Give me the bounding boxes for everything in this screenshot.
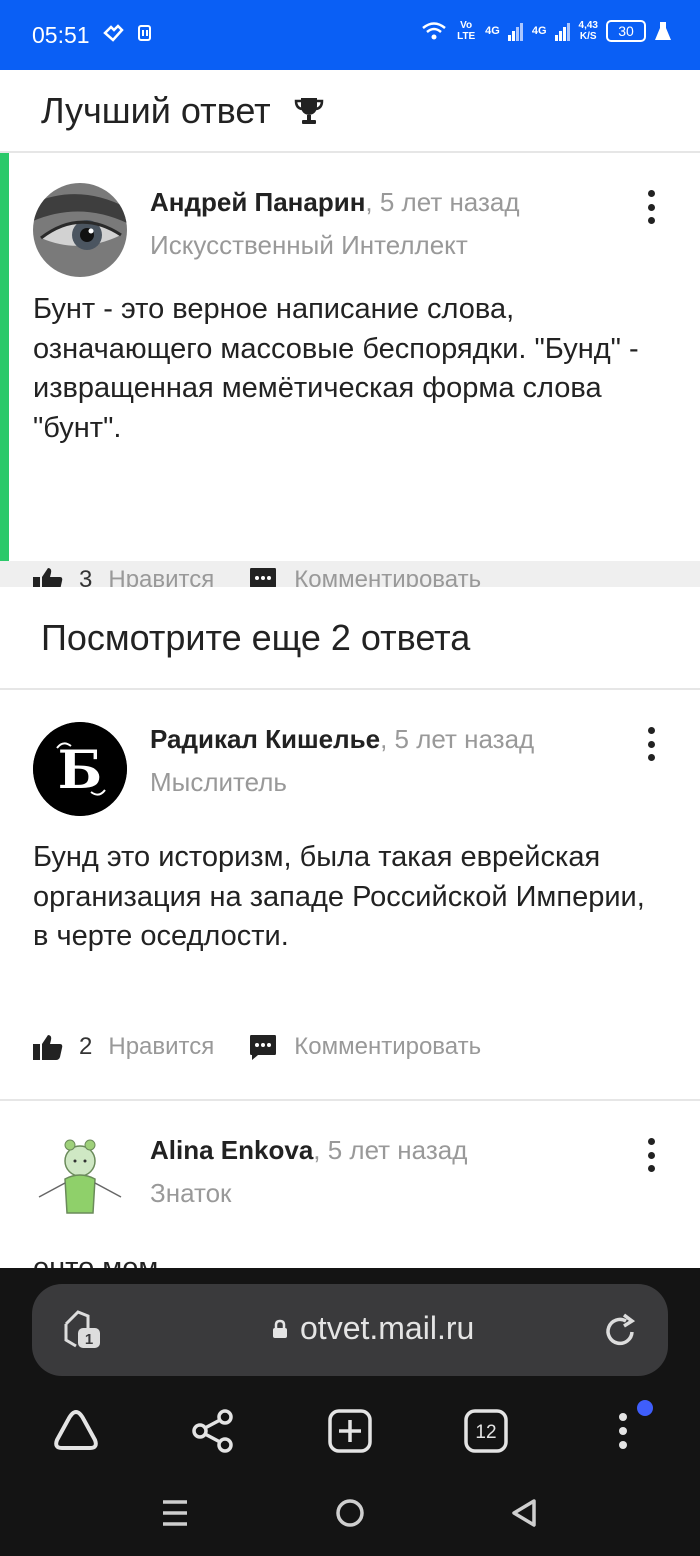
more-answers-card: Посмотрите еще 2 ответа Б Радикал Кишель… — [0, 587, 700, 1284]
tab-group-icon[interactable]: 1 — [62, 1308, 104, 1352]
comment-icon[interactable] — [248, 1032, 278, 1062]
signal-2-icon — [554, 23, 570, 41]
answer-time: , 5 лет назад — [313, 1135, 468, 1165]
browser-bottom-bar: 1 otvet.mail.ru 12 — [0, 1268, 700, 1556]
best-answer-title: Лучший ответ — [41, 89, 271, 131]
reload-icon[interactable] — [604, 1312, 638, 1348]
new-tab-icon[interactable] — [327, 1408, 373, 1454]
best-answer-header: Лучший ответ — [0, 70, 700, 153]
author-name[interactable]: Радикал Кишелье — [150, 724, 380, 754]
sim-icon — [138, 25, 151, 41]
signal-1-icon — [507, 23, 523, 41]
battery-indicator: 30 — [606, 20, 646, 42]
more-options-icon[interactable] — [642, 1138, 660, 1172]
app-notification-icon — [103, 24, 124, 42]
net-speed-value: 4,43 — [578, 20, 598, 31]
avatar[interactable] — [33, 1131, 127, 1225]
clock: 05:51 — [32, 22, 90, 48]
comment-button[interactable]: Комментировать — [294, 1033, 481, 1061]
answer-time: , 5 лет назад — [380, 724, 535, 754]
author-role: Мыслитель — [150, 767, 287, 797]
lock-icon — [273, 1319, 287, 1338]
svg-text:Б: Б — [58, 740, 102, 801]
answer-actions: 2 Нравится Комментировать — [33, 1032, 481, 1062]
author-role: Знаток — [150, 1178, 232, 1208]
recent-apps-icon[interactable] — [161, 1498, 189, 1528]
author-name[interactable]: Андрей Панарин — [150, 187, 365, 217]
trophy-icon — [294, 97, 323, 124]
tabs-count-icon[interactable]: 12 — [463, 1408, 509, 1454]
answer-text: Бунд это историзм, была такая еврейская … — [33, 841, 645, 952]
signal-1-label: 4G — [485, 25, 500, 37]
answer-text: Бунт - это верное написание слова, означ… — [33, 293, 639, 444]
share-icon[interactable] — [190, 1408, 236, 1454]
more-options-icon[interactable] — [642, 727, 660, 761]
author-role: Искусственный Интеллект — [150, 230, 468, 260]
wifi-icon — [422, 22, 446, 40]
net-speed-unit: K/S — [579, 31, 597, 42]
volte-label: Vo LTE — [457, 20, 476, 42]
best-answer-card: Лучший ответ Андрей Панарин, 5 лет назад… — [0, 70, 700, 593]
answer-meta: Андрей Панарин, 5 лет назад Искусственны… — [150, 187, 520, 261]
more-answers-header: Посмотрите еще 2 ответа — [0, 587, 700, 690]
answer-time: , 5 лет назад — [365, 187, 520, 217]
home-triangle-icon[interactable] — [52, 1408, 100, 1452]
flask-icon — [655, 22, 671, 40]
status-bar: 05:51 Vo LTE 4G 4G 4,43 K/S 30 — [0, 0, 700, 70]
browser-menu-icon[interactable] — [613, 1408, 633, 1454]
menu-notification-dot — [637, 1400, 653, 1416]
tabs-count: 12 — [475, 1422, 496, 1443]
avatar[interactable] — [33, 183, 127, 277]
thumbs-up-icon[interactable] — [33, 1033, 63, 1061]
answer-divider — [0, 1099, 700, 1101]
avatar[interactable]: Б — [33, 722, 127, 816]
net-speed: 4,43 K/S — [579, 20, 598, 42]
like-button[interactable]: Нравится — [108, 1033, 214, 1061]
address-bar[interactable]: 1 otvet.mail.ru — [32, 1284, 668, 1376]
author-name[interactable]: Alina Enkova — [150, 1135, 313, 1165]
signal-2-label: 4G — [531, 25, 547, 37]
like-count: 2 — [79, 1033, 93, 1060]
url-text: otvet.mail.ru — [300, 1310, 475, 1346]
best-answer-accent-bar — [0, 153, 9, 561]
more-options-icon[interactable] — [642, 190, 660, 224]
tab-group-count: 1 — [85, 1331, 93, 1348]
home-circle-icon[interactable] — [335, 1498, 365, 1528]
answer-meta: Alina Enkova, 5 лет назад Знаток — [150, 1135, 467, 1209]
answer-meta: Радикал Кишелье, 5 лет назад Мыслитель — [150, 724, 534, 798]
back-icon[interactable] — [510, 1498, 538, 1528]
url-display[interactable]: otvet.mail.ru — [272, 1310, 474, 1347]
